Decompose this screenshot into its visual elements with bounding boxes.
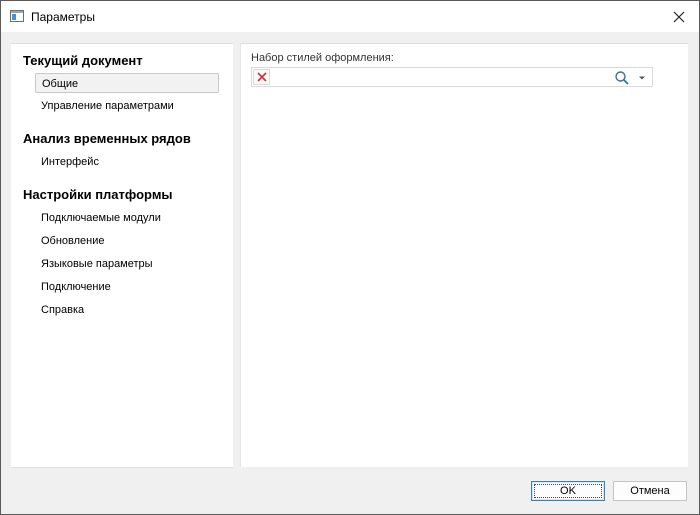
- section-title-time-series-analysis: Анализ временных рядов: [23, 131, 191, 146]
- close-icon: [673, 11, 685, 22]
- settings-content-panel: Набор стилей оформления:: [240, 43, 688, 467]
- nav-item-connection[interactable]: Подключение: [35, 277, 219, 297]
- section-title-platform-settings: Настройки платформы: [23, 187, 173, 202]
- dialog-window: Параметры Текущий документ Общие Управле…: [0, 0, 700, 515]
- title-bar: Параметры: [1, 1, 699, 32]
- chevron-down-icon[interactable]: [638, 74, 646, 82]
- nav-item-update[interactable]: Обновление: [35, 231, 219, 251]
- style-set-label: Набор стилей оформления:: [251, 52, 394, 64]
- settings-navigation-panel: Текущий документ Общие Управление параме…: [11, 43, 233, 468]
- style-set-combobox[interactable]: [251, 67, 653, 87]
- ok-button[interactable]: OK: [531, 481, 605, 501]
- app-window-icon: [10, 10, 24, 22]
- clear-x-icon: [256, 72, 267, 82]
- nav-item-plugins[interactable]: Подключаемые модули: [35, 208, 219, 228]
- close-button[interactable]: [659, 1, 699, 32]
- search-icon[interactable]: [614, 70, 630, 86]
- nav-item-general[interactable]: Общие: [35, 73, 219, 93]
- nav-item-parameters-management[interactable]: Управление параметрами: [35, 96, 219, 116]
- section-title-current-document: Текущий документ: [23, 53, 143, 68]
- nav-item-interface[interactable]: Интерфейс: [35, 152, 219, 172]
- cancel-button[interactable]: Отмена: [613, 481, 687, 501]
- nav-item-language-settings[interactable]: Языковые параметры: [35, 254, 219, 274]
- clear-value-button[interactable]: [253, 69, 270, 85]
- nav-item-help[interactable]: Справка: [35, 300, 219, 320]
- window-title: Параметры: [31, 10, 95, 24]
